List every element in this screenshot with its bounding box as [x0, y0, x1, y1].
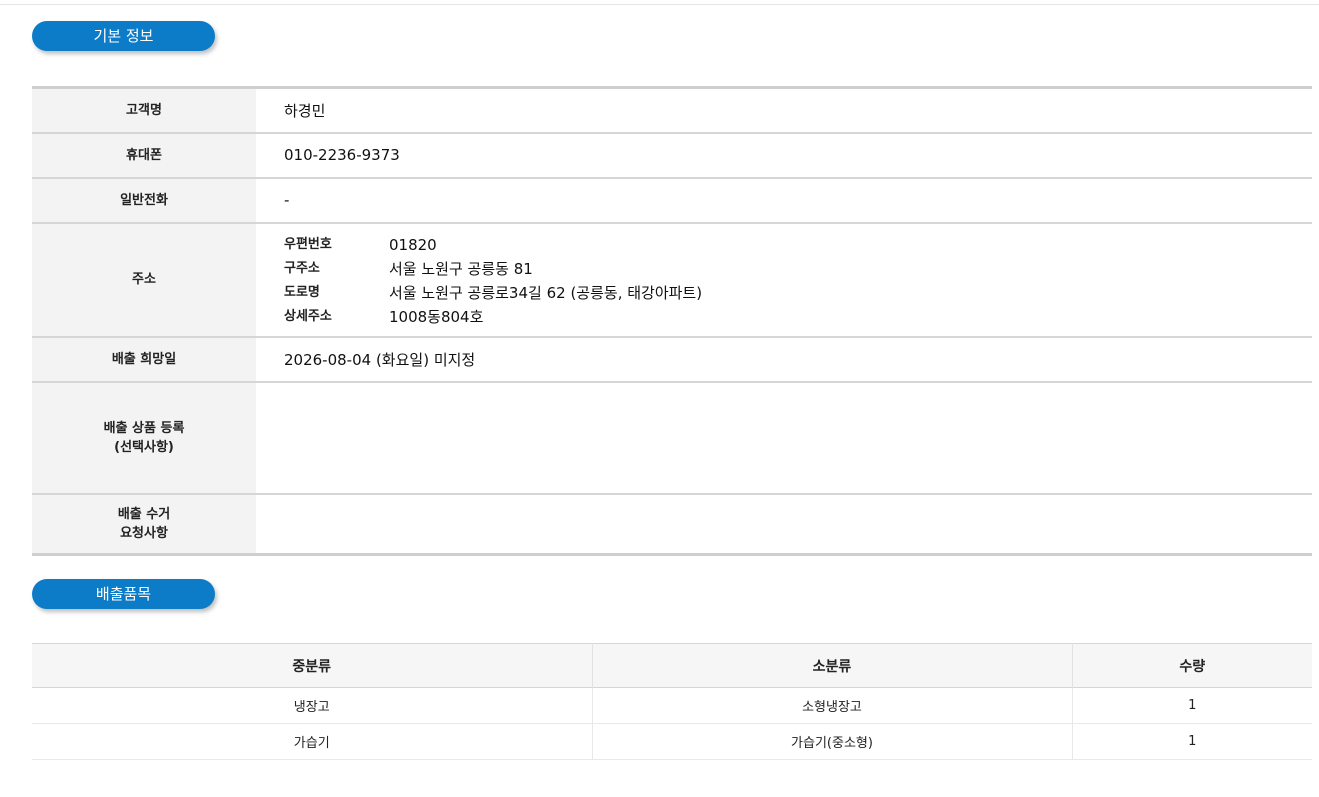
- row-customer-name: 고객명 하경민: [32, 87, 1312, 133]
- header-quantity: 수량: [1179, 658, 1206, 675]
- header-mid-category: 중분류: [32, 643, 593, 688]
- item-mid-category: 냉장고: [32, 687, 593, 724]
- item-mid-category: 가습기: [32, 723, 593, 760]
- goods-label-line2: (선택사항): [114, 439, 174, 455]
- old-address-label: 구주소: [284, 261, 320, 276]
- address-label: 주소: [32, 222, 256, 337]
- mobile-label: 휴대폰: [32, 132, 256, 178]
- items-header-row: 중분류 소분류 수량: [32, 643, 1312, 688]
- section-title-items: 배출품목: [32, 579, 215, 609]
- items-table: 중분류 소분류 수량 냉장고 소형냉장고 1 가습기 가습기(중소형) 1: [32, 643, 1312, 760]
- pickup-request-label: 배출 수거 요청사항: [32, 493, 256, 555]
- disposal-date-value: 2026-08-04 (화요일) 미지정: [284, 350, 476, 369]
- phone-value: -: [284, 191, 290, 209]
- table-row: 냉장고 소형냉장고 1: [32, 687, 1312, 724]
- header-sub-category: 소분류: [592, 643, 1073, 688]
- old-address-value: 서울 노원구 공릉동 81: [389, 260, 533, 278]
- section-title-basic-info: 기본 정보: [32, 21, 215, 51]
- address-grid: 우편번호 01820 구주소 서울 노원구 공릉동 81 도로명 서울 노원구 …: [284, 230, 1312, 329]
- item-sub-category: 가습기(중소형): [592, 723, 1073, 760]
- row-pickup-request: 배출 수거 요청사항: [32, 493, 1312, 555]
- customer-name-label: 고객명: [32, 87, 256, 133]
- row-address: 주소 우편번호 01820 구주소 서울 노원구 공릉동 81 도로명 서울 노…: [32, 222, 1312, 337]
- row-disposal-date: 배출 희망일 2026-08-04 (화요일) 미지정: [32, 336, 1312, 382]
- zip-value: 01820: [389, 236, 437, 254]
- row-phone: 일반전화 -: [32, 177, 1312, 223]
- row-mobile: 휴대폰 010-2236-9373: [32, 132, 1312, 178]
- row-goods-registration: 배출 상품 등록 (선택사항): [32, 381, 1312, 494]
- road-address-label: 도로명: [284, 285, 320, 300]
- detail-address-label: 상세주소: [284, 309, 332, 324]
- request-label-line2: 요청사항: [120, 525, 168, 541]
- item-quantity: 1: [1072, 723, 1312, 760]
- item-sub-category: 소형냉장고: [592, 687, 1073, 724]
- customer-name-value: 하경민: [284, 101, 326, 120]
- phone-label: 일반전화: [32, 177, 256, 223]
- pickup-request-value: [256, 494, 1312, 555]
- item-quantity: 1: [1072, 687, 1312, 724]
- road-address-value: 서울 노원구 공릉로34길 62 (공릉동, 태강아파트): [389, 284, 703, 302]
- top-divider: [0, 4, 1319, 5]
- basic-info-table: 고객명 하경민 휴대폰 010-2236-9373 일반전화 - 주소 우편번호…: [32, 86, 1312, 556]
- detail-address-value: 1008동804호: [389, 308, 484, 326]
- goods-label-line1: 배출 상품 등록: [103, 420, 185, 436]
- address-value: 우편번호 01820 구주소 서울 노원구 공릉동 81 도로명 서울 노원구 …: [256, 223, 1312, 337]
- disposal-date-label: 배출 희망일: [32, 336, 256, 382]
- goods-registration-label: 배출 상품 등록 (선택사항): [32, 381, 256, 494]
- request-label-line1: 배출 수거: [117, 506, 171, 522]
- goods-registration-value: [256, 382, 1312, 494]
- mobile-value: 010-2236-9373: [284, 146, 400, 164]
- zip-label: 우편번호: [284, 237, 332, 252]
- table-row: 가습기 가습기(중소형) 1: [32, 723, 1312, 760]
